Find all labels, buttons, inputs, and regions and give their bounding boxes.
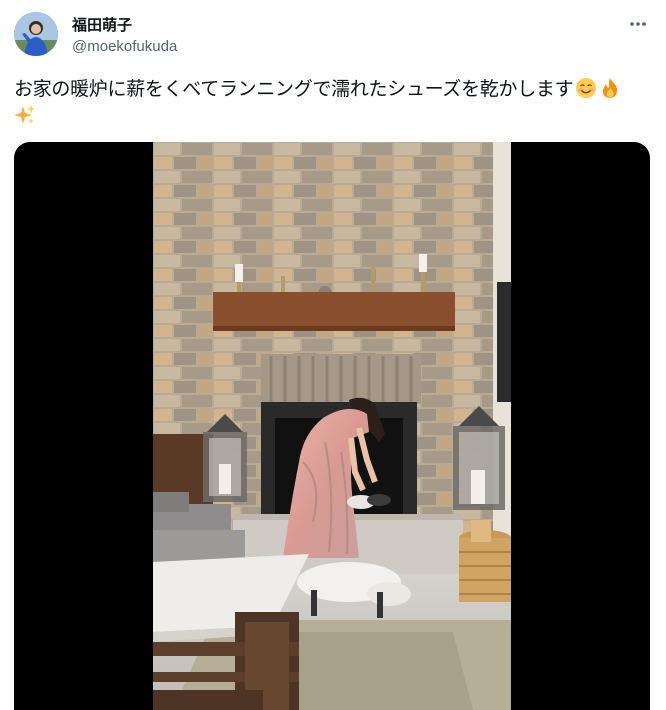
video-thumbnail [153,142,511,710]
fire-icon [603,78,618,98]
tweet-text: お家の暖炉に薪をくべてランニングで濡れたシューズを乾かします [14,76,650,130]
avatar[interactable] [14,12,58,56]
more-dots-icon [630,22,646,26]
display-name[interactable]: 福田萌子 [72,14,132,35]
avatar-image [14,12,58,56]
sparkles-icon [14,105,35,124]
more-options-button[interactable] [626,12,650,36]
tweet-card: 福田萌子 @moekofukuda お家の暖炉に薪をくべてランニングで濡れたシュ… [0,0,666,710]
user-handle[interactable]: @moekofukuda [72,38,177,55]
smiling-face-icon [576,78,597,98]
tweet-body: お家の暖炉に薪をくべてランニングで濡れたシューズを乾かします [14,78,574,100]
video-player[interactable] [14,142,650,710]
